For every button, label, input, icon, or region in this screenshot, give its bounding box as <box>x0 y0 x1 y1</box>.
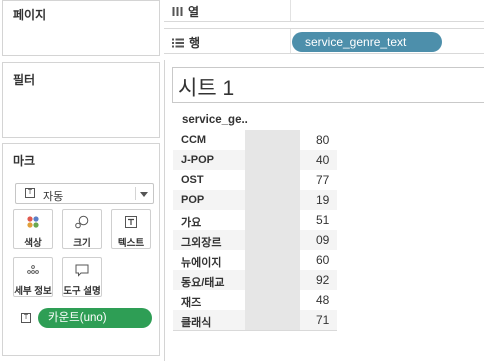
columns-icon <box>172 7 183 16</box>
row-category: 재즈 <box>181 297 202 309</box>
service-genre-text-pill[interactable]: service_genre_text <box>292 32 442 52</box>
sheet-title: 시트 1 <box>178 77 235 100</box>
column-header[interactable]: service_ge.. <box>182 114 248 126</box>
shelf-divider <box>290 29 291 53</box>
row-value: 92 <box>316 273 330 287</box>
sheet-title-box[interactable]: 시트 1 <box>172 67 484 103</box>
rows-icon <box>172 38 184 47</box>
tooltip-icon <box>63 263 101 277</box>
size-icon <box>63 215 101 229</box>
dropdown-divider <box>135 187 136 200</box>
table-bottom-border <box>173 330 337 331</box>
size-button[interactable]: 크기 <box>62 209 102 249</box>
row-category: 그외장르 <box>181 237 222 249</box>
tooltip-button[interactable]: 도구 설명 <box>62 257 102 297</box>
pages-pane[interactable]: 페이지 <box>2 0 160 56</box>
detail-button[interactable]: 세부 정보 <box>13 257 53 297</box>
row-value: 77 <box>316 173 330 187</box>
marks-pane: 마크 T 자동 색상 크기 텍스트 세부 정보 도구 설명 T 카운트(uno) <box>2 143 160 356</box>
detail-label: 세부 정보 <box>14 286 52 297</box>
text-label: 텍스트 <box>117 238 145 249</box>
row-value: 19 <box>316 193 330 207</box>
text-mark-icon: T <box>21 313 31 323</box>
row-category: J-POP <box>181 154 215 166</box>
color-label: 색상 <box>24 238 42 249</box>
shelf-divider <box>290 0 291 21</box>
row-value: 80 <box>316 133 330 147</box>
row-category: 뉴에이지 <box>181 257 222 269</box>
row-value: 40 <box>316 153 330 167</box>
mark-type-dropdown[interactable]: T 자동 <box>15 183 154 204</box>
size-label: 크기 <box>73 238 91 249</box>
text-icon <box>112 215 150 229</box>
rows-label: 행 <box>189 36 201 50</box>
row-category: OST <box>181 174 204 186</box>
row-category: 클래식 <box>181 317 212 329</box>
text-button[interactable]: 텍스트 <box>111 209 151 249</box>
color-button[interactable]: 색상 <box>13 209 53 249</box>
row-value: 60 <box>316 253 330 267</box>
empty-gray-column <box>245 130 300 330</box>
mark-type-value: 자동 <box>43 191 64 203</box>
row-category: 동요/태교 <box>181 277 225 289</box>
text-mark-row: T 카운트(uno) <box>15 308 155 328</box>
rows-shelf[interactable]: 행 service_genre_text <box>164 28 484 54</box>
row-value: 51 <box>316 213 330 227</box>
row-value: 48 <box>316 293 330 307</box>
row-category: POP <box>181 194 205 206</box>
count-uno-pill[interactable]: 카운트(uno) <box>38 308 152 328</box>
detail-dots-icon <box>14 263 52 277</box>
filters-title: 필터 <box>13 73 36 87</box>
columns-shelf-label: 열 <box>172 3 199 20</box>
row-category: CCM <box>181 134 207 146</box>
sheet-view: 시트 1 service_ge.. CCM 80 J-POP 40 OST 77… <box>164 60 484 361</box>
filters-pane[interactable]: 필터 <box>2 62 160 138</box>
tooltip-label: 도구 설명 <box>63 286 101 297</box>
marks-title: 마크 <box>13 154 36 168</box>
columns-label: 열 <box>188 5 200 19</box>
text-mark-icon: T <box>25 188 35 198</box>
color-palette-icon <box>14 215 52 229</box>
chevron-down-icon[interactable] <box>140 192 148 197</box>
row-value: 09 <box>316 233 330 247</box>
rows-shelf-label: 행 <box>172 34 200 51</box>
pages-title: 페이지 <box>13 8 47 22</box>
row-value: 71 <box>316 313 330 327</box>
columns-shelf[interactable]: 열 <box>164 0 484 22</box>
row-category: 가요 <box>181 217 202 229</box>
